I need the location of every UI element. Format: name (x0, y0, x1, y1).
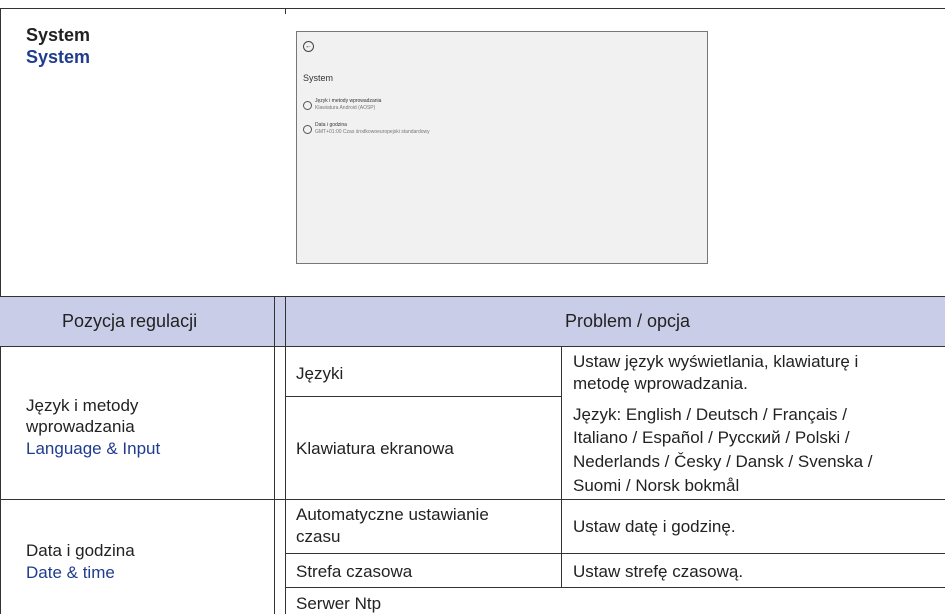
header-bottom-line (0, 346, 945, 347)
section-subtitle: System (26, 47, 91, 67)
screenshot-item-subtitle: GMT+01:00 Czas środkowoeuropejski standa… (315, 129, 430, 135)
row-line (285, 553, 945, 554)
languages-desc-line2: metodę wprowadzania. (573, 374, 748, 393)
language-label: Język i metody (26, 396, 139, 415)
auto-time-desc: Ustaw datę i godzinę. (573, 517, 736, 536)
keyboard-desc-line: Italiano / Español / Русский / Polski / (573, 428, 850, 447)
row-line (285, 587, 945, 588)
clock-icon (303, 125, 312, 134)
screenshot-item-title: Język i metody wprowadzania (315, 98, 382, 104)
ntp-server-item: Serwer Ntp (296, 594, 382, 613)
back-arrow-icon: ← (303, 41, 314, 52)
system-screenshot: ← System Język i metody wprowadzania Kla… (296, 31, 708, 264)
datetime-english-label: Date & time (26, 563, 115, 582)
table-top-border (0, 8, 945, 9)
auto-time-item-line2: czasu (296, 527, 341, 546)
keyboard-desc-line: Nederlands / Česky / Dansk / Svenska / (573, 452, 873, 471)
timezone-item: Strefa czasowa (296, 562, 413, 581)
languages-item: Języki (296, 364, 344, 383)
auto-time-item-line1: Automatyczne ustawianie (296, 505, 489, 524)
desc-column-divider (561, 346, 562, 588)
globe-icon (303, 101, 312, 110)
header-col2: Problem / opcja (565, 311, 691, 331)
keyboard-desc-line: Język: English / Deutsch / Français / (573, 405, 847, 424)
header-col1: Pozycja regulacji (62, 311, 198, 331)
row-line (285, 396, 562, 397)
timezone-desc: Ustaw strefę czasową. (573, 562, 744, 581)
header-top-line (0, 296, 945, 297)
languages-desc-line1: Ustaw język wyświetlania, klawiaturę i (573, 352, 859, 371)
column-divider-a (274, 296, 275, 614)
section-title: System (26, 25, 91, 45)
screenshot-title: System (303, 73, 334, 83)
language-label-line2: wprowadzania (26, 417, 135, 436)
group-separator (0, 499, 945, 500)
keyboard-item: Klawiatura ekranowa (296, 439, 454, 458)
keyboard-desc-line: Suomi / Norsk bokmål (573, 476, 740, 495)
column-divider-b (285, 296, 286, 614)
screenshot-item-title: Data i godzina (315, 122, 347, 128)
section-divider-top (285, 8, 286, 14)
screenshot-item-subtitle: Klawiatura Android (AOSP) (315, 105, 376, 111)
datetime-label: Data i godzina (26, 541, 135, 560)
language-english-label: Language & Input (26, 439, 161, 458)
